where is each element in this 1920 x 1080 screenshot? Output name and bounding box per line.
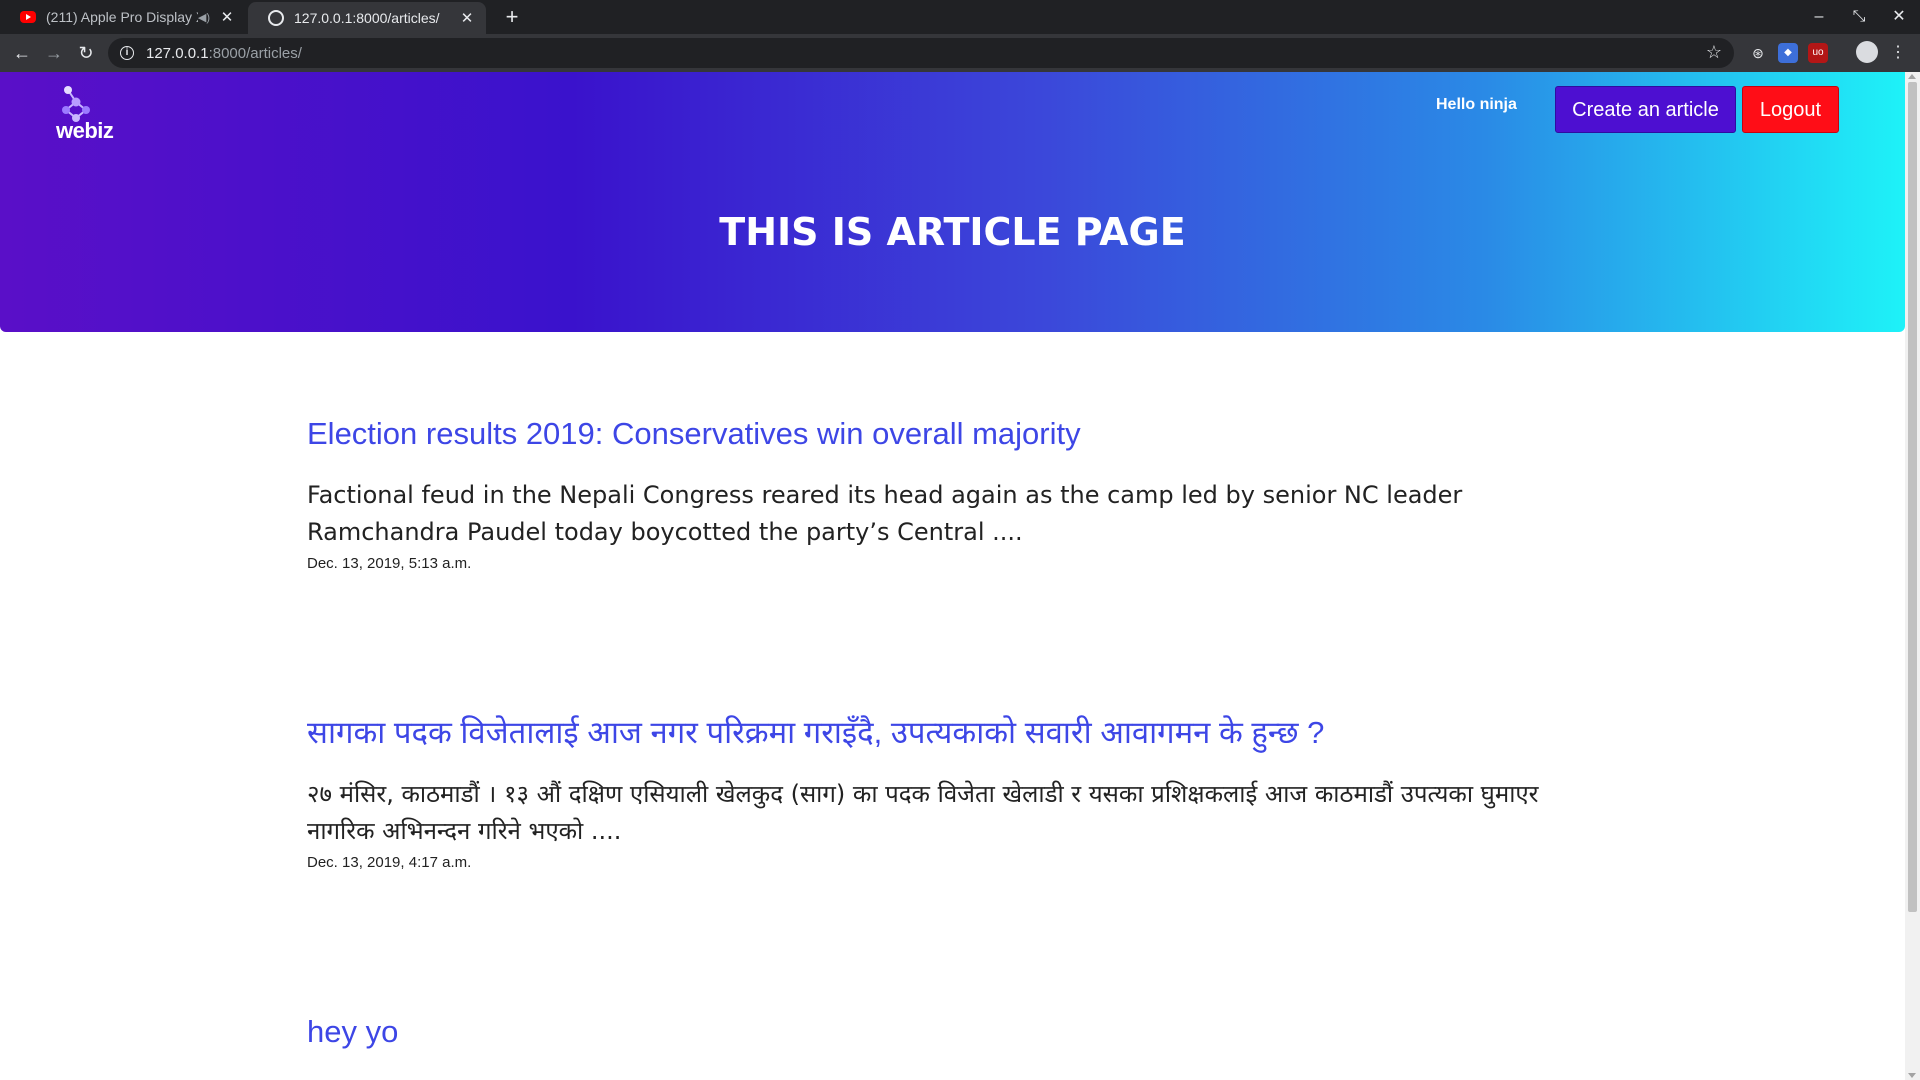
url-host: 127.0.0.1 — [146, 44, 209, 62]
close-icon[interactable]: ✕ — [458, 9, 476, 27]
page-viewport: webiz Hello ninja Create an article Logo… — [0, 72, 1905, 1080]
menu-dots-icon[interactable]: ⋮ — [1888, 43, 1908, 63]
article-item: सागका पदक विजेतालाई आज नगर परिक्रमा गराइ… — [307, 713, 1597, 871]
article-date: Dec. 13, 2019, 5:13 a.m. — [307, 555, 472, 572]
browser-tab-active[interactable]: 127.0.0.1:8000/articles/ ✕ — [248, 2, 486, 34]
create-article-button[interactable]: Create an article — [1555, 86, 1736, 133]
back-arrow-icon[interactable]: ← — [8, 39, 36, 67]
shield-icon[interactable]: ◆ — [1778, 43, 1798, 63]
tab-title: (211) Apple Pro Display XDR — [46, 9, 198, 25]
url-path: :8000/articles/ — [208, 44, 302, 62]
logout-button[interactable]: Logout — [1742, 86, 1839, 133]
forward-arrow-icon[interactable]: → — [40, 39, 68, 67]
browser-tab-bar: (211) Apple Pro Display XDR ◀) ✕ 127.0.0… — [0, 0, 1920, 34]
minimize-icon[interactable]: – — [1798, 0, 1840, 34]
new-tab-button[interactable]: + — [498, 3, 526, 31]
restore-icon[interactable]: ⤡ — [1838, 0, 1880, 34]
scroll-down-icon[interactable] — [1908, 1073, 1916, 1078]
scroll-thumb[interactable] — [1908, 82, 1917, 912]
article-date: Dec. 13, 2019, 4:17 a.m. — [307, 854, 472, 871]
scroll-up-icon[interactable] — [1908, 74, 1916, 79]
youtube-icon — [20, 11, 36, 23]
browser-tab[interactable]: (211) Apple Pro Display XDR ◀) ✕ — [0, 0, 246, 34]
user-greeting: Hello ninja — [1436, 96, 1517, 113]
tab-title: 127.0.0.1:8000/articles/ — [294, 10, 440, 26]
article-item: hey yo — [307, 1012, 1597, 1052]
article-excerpt: २७ मंसिर, काठमाडौं । १३ औं दक्षिण एसियाल… — [307, 780, 1539, 845]
browser-toolbar: ← → ↻ i 127.0.0.1:8000/articles/ ☆ ⊛ ◆ u… — [0, 34, 1920, 72]
info-icon[interactable]: i — [120, 46, 134, 60]
extension-icon[interactable]: ⊛ — [1748, 43, 1768, 63]
globe-icon — [268, 10, 284, 26]
avatar[interactable] — [1856, 41, 1878, 63]
logo-text[interactable]: webiz — [56, 118, 114, 144]
article-title-link[interactable]: Election results 2019: Conservatives win… — [307, 414, 1597, 454]
article-title-link[interactable]: hey yo — [307, 1012, 1597, 1052]
hero-header: webiz Hello ninja Create an article Logo… — [0, 72, 1905, 332]
close-icon[interactable]: ✕ — [218, 8, 236, 26]
reload-icon[interactable]: ↻ — [72, 39, 100, 67]
address-bar[interactable]: i 127.0.0.1:8000/articles/ ☆ — [108, 38, 1734, 68]
article-title-link[interactable]: सागका पदक विजेतालाई आज नगर परिक्रमा गराइ… — [307, 713, 1597, 753]
article-item: Election results 2019: Conservatives win… — [307, 414, 1597, 572]
ublock-icon[interactable]: uo — [1808, 43, 1828, 63]
article-excerpt: Factional feud in the Nepali Congress re… — [307, 481, 1463, 546]
page-scrollbar[interactable] — [1905, 72, 1920, 1080]
speaker-icon[interactable]: ◀) — [198, 11, 210, 24]
page-title: THIS IS ARTICLE PAGE — [719, 210, 1186, 254]
close-window-icon[interactable]: ✕ — [1878, 0, 1920, 34]
star-icon[interactable]: ☆ — [1706, 42, 1722, 63]
